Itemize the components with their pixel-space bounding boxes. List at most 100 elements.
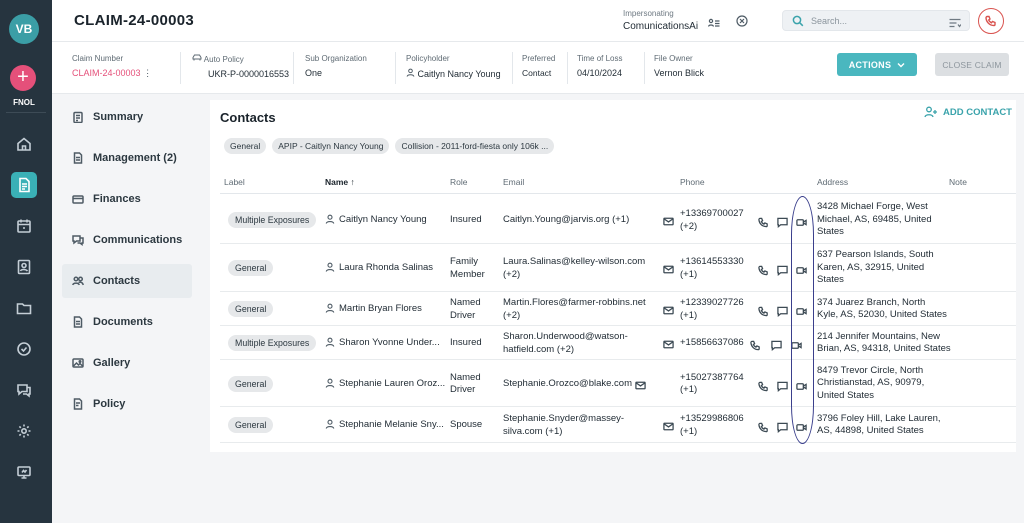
phone-icon[interactable] bbox=[758, 215, 769, 233]
contacts-book-icon[interactable] bbox=[11, 254, 37, 280]
close-claim-button[interactable]: CLOSE CLAIM bbox=[935, 53, 1009, 76]
contact-address: 214 Jennifer Mountains, New Brian, AS, 94… bbox=[817, 330, 951, 355]
col-name[interactable]: Name ↑ bbox=[325, 177, 355, 187]
phone-call-button[interactable] bbox=[978, 8, 1004, 34]
search-input[interactable] bbox=[811, 14, 941, 28]
subnav-finances[interactable]: Finances bbox=[62, 182, 192, 216]
contact-email[interactable]: Stephanie.Orozco@blake.com bbox=[503, 378, 632, 391]
contact-email[interactable]: Laura.Salinas@kelley-wilson.com (+2) bbox=[503, 256, 645, 281]
col-note[interactable]: Note bbox=[949, 177, 967, 187]
contact-label-chip[interactable]: General bbox=[228, 417, 274, 433]
contact-phone[interactable]: +15027387764 (+1) bbox=[680, 372, 744, 397]
sort-arrow-up-icon: ↑ bbox=[350, 177, 355, 187]
video-call-icon[interactable] bbox=[796, 215, 807, 233]
check-circle-icon[interactable] bbox=[11, 336, 37, 362]
contact-name[interactable]: Laura Rhonda Salinas bbox=[325, 262, 433, 277]
folder-icon[interactable] bbox=[11, 295, 37, 321]
phone-icon[interactable] bbox=[758, 304, 769, 322]
filter-icon[interactable] bbox=[949, 15, 962, 33]
tab-collision[interactable]: Collision - 2011-ford-fiesta only 106k .… bbox=[395, 138, 555, 154]
tab-general[interactable]: General bbox=[224, 138, 267, 154]
person-icon bbox=[406, 68, 415, 79]
table-row[interactable]: General Stephanie Melanie Sny... Spouse Ste… bbox=[220, 407, 1016, 443]
contact-phone[interactable]: +13369700027 (+2) bbox=[680, 208, 744, 233]
sms-message-icon[interactable] bbox=[777, 215, 788, 233]
contact-label-chip[interactable]: General bbox=[228, 260, 274, 276]
sms-message-icon[interactable] bbox=[777, 263, 788, 281]
contact-name[interactable]: Martin Bryan Flores bbox=[325, 303, 422, 318]
claim-number-value[interactable]: CLAIM-24-00003 ⋮ bbox=[72, 68, 152, 79]
email-icon[interactable] bbox=[663, 419, 674, 437]
col-address[interactable]: Address bbox=[817, 177, 848, 187]
tab-apip[interactable]: APIP - Caitlyn Nancy Young bbox=[272, 138, 390, 154]
contact-name[interactable]: Stephanie Melanie Sny... bbox=[325, 419, 444, 434]
col-email[interactable]: Email bbox=[503, 177, 524, 187]
policyholder-value[interactable]: Caitlyn Nancy Young bbox=[406, 68, 501, 79]
contact-phone[interactable]: +13529986806 (+1) bbox=[680, 413, 744, 438]
phone-icon[interactable] bbox=[758, 420, 769, 438]
email-icon[interactable] bbox=[663, 214, 674, 232]
add-contact-button[interactable]: ADD CONTACT bbox=[924, 106, 1012, 118]
phone-icon[interactable] bbox=[758, 263, 769, 281]
subnav-gallery[interactable]: Gallery bbox=[62, 346, 192, 380]
contact-label-chip[interactable]: Multiple Exposures bbox=[228, 335, 317, 351]
divider bbox=[395, 52, 396, 84]
table-row[interactable]: Multiple Exposures Sharon Yvonne Under...… bbox=[220, 326, 1016, 360]
subnav-management[interactable]: Management (2) bbox=[62, 141, 192, 175]
subnav-documents[interactable]: Documents bbox=[62, 305, 192, 339]
table-row[interactable]: General Laura Rhonda Salinas Family Member L… bbox=[220, 244, 1016, 292]
settings-gear-icon[interactable] bbox=[11, 418, 37, 444]
video-call-icon[interactable] bbox=[796, 420, 807, 438]
subnav-summary[interactable]: Summary bbox=[62, 100, 192, 134]
subnav-policy[interactable]: Policy bbox=[62, 387, 192, 421]
sms-message-icon[interactable] bbox=[777, 304, 788, 322]
home-icon[interactable] bbox=[11, 131, 37, 157]
contact-email[interactable]: Martin.Flores@farmer-robbins.net (+2) bbox=[503, 297, 646, 322]
subnav-communications[interactable]: Communications bbox=[62, 223, 192, 257]
contact-email[interactable]: Stephanie.Snyder@massey-silva.com (+1) bbox=[503, 413, 624, 438]
contact-label-chip[interactable]: General bbox=[228, 375, 274, 392]
email-icon[interactable] bbox=[663, 262, 674, 280]
contact-name[interactable]: Sharon Yvonne Under... bbox=[325, 337, 440, 352]
search-box[interactable] bbox=[782, 10, 970, 31]
col-label[interactable]: Label bbox=[224, 177, 245, 187]
phone-icon[interactable] bbox=[750, 338, 761, 356]
table-row[interactable]: General Martin Bryan Flores Named Driver Mar… bbox=[220, 292, 1016, 326]
video-call-icon[interactable] bbox=[796, 263, 807, 281]
video-call-icon[interactable] bbox=[796, 379, 807, 397]
more-options-icon[interactable]: ⋮ bbox=[143, 68, 152, 78]
col-phone[interactable]: Phone bbox=[680, 177, 705, 187]
contact-phone[interactable]: +13614553330 (+1) bbox=[680, 256, 744, 281]
actions-button[interactable]: ACTIONS bbox=[837, 53, 917, 76]
contact-phone[interactable]: +12339027726 (+1) bbox=[680, 297, 744, 322]
video-call-icon[interactable] bbox=[796, 304, 807, 322]
email-icon[interactable] bbox=[663, 337, 674, 355]
avatar[interactable]: VB bbox=[9, 14, 39, 44]
sms-message-icon[interactable] bbox=[771, 338, 782, 356]
table-row[interactable]: General Stephanie Lauren Oroz... Named Driv… bbox=[220, 360, 1016, 407]
contact-label-chip[interactable]: General bbox=[228, 301, 274, 317]
email-icon[interactable] bbox=[635, 378, 646, 396]
calendar-icon[interactable] bbox=[11, 213, 37, 239]
sms-message-icon[interactable] bbox=[777, 379, 788, 397]
contact-label-chip[interactable]: Multiple Exposures bbox=[228, 212, 317, 228]
contact-email[interactable]: Caitlyn.Young@jarvis.org (+1) bbox=[503, 214, 629, 227]
contact-email[interactable]: Sharon.Underwood@watson-hatfield.com (+2… bbox=[503, 331, 628, 356]
subnav-contacts[interactable]: Contacts bbox=[62, 264, 192, 298]
col-role[interactable]: Role bbox=[450, 177, 467, 187]
claims-document-icon[interactable] bbox=[11, 172, 37, 198]
contact-phone[interactable]: +15856637086 bbox=[680, 337, 744, 350]
stop-impersonating-icon[interactable] bbox=[736, 14, 748, 32]
sms-message-icon[interactable] bbox=[777, 420, 788, 438]
contact-name[interactable]: Caitlyn Nancy Young bbox=[325, 214, 427, 229]
phone-icon[interactable] bbox=[758, 379, 769, 397]
presentation-icon[interactable] bbox=[11, 459, 37, 485]
video-call-icon[interactable] bbox=[791, 338, 802, 356]
auto-policy-value[interactable]: UKR-P-0000016553 bbox=[192, 69, 289, 79]
fnol-add-button[interactable]: + bbox=[10, 65, 36, 91]
email-icon[interactable] bbox=[663, 303, 674, 321]
user-list-icon[interactable] bbox=[707, 15, 720, 33]
chat-icon[interactable] bbox=[11, 377, 37, 403]
contact-name[interactable]: Stephanie Lauren Oroz... bbox=[325, 378, 445, 393]
table-row[interactable]: Multiple Exposures Caitlyn Nancy Young Ins… bbox=[220, 196, 1016, 244]
